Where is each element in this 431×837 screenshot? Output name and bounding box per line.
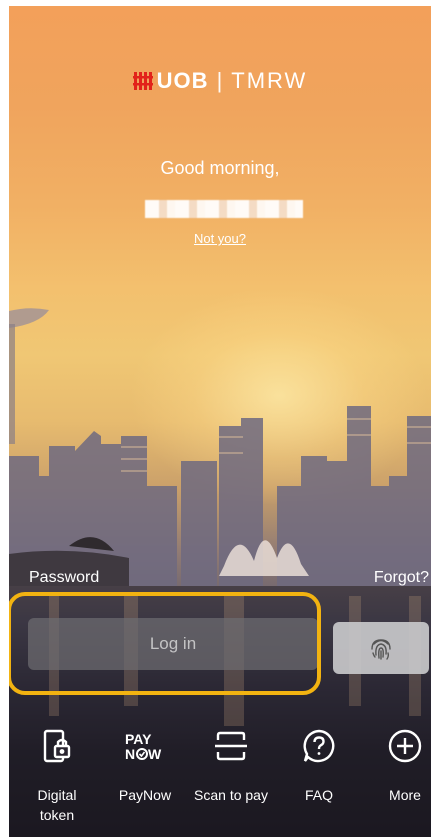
app-logo: UOB | TMRW bbox=[9, 68, 431, 94]
scan-to-pay-button[interactable]: Scan to pay bbox=[191, 726, 271, 805]
password-label: Password bbox=[29, 569, 100, 586]
phone-lock-icon bbox=[43, 729, 71, 763]
login-screen: UOB | TMRW Good morning, Not you? Passwo… bbox=[9, 6, 431, 837]
faq-label: FAQ bbox=[304, 787, 333, 803]
scan-to-pay-label: Scan to pay bbox=[194, 787, 268, 803]
digital-token-button[interactable]: Digital token bbox=[17, 726, 97, 825]
paynow-label: PayNow bbox=[118, 787, 172, 803]
brand-separator: | bbox=[216, 68, 224, 93]
brand-product: TMRW bbox=[231, 68, 308, 93]
scan-icon bbox=[215, 731, 247, 761]
faq-button[interactable]: FAQ bbox=[279, 726, 359, 805]
not-you-link[interactable]: Not you? bbox=[9, 231, 431, 246]
svg-text:PAY: PAY bbox=[125, 731, 152, 747]
plus-circle-icon bbox=[388, 729, 422, 763]
digital-token-label: Digital token bbox=[37, 787, 77, 823]
svg-text:N: N bbox=[125, 746, 135, 762]
quick-actions-bar: Digital token PAY N W PayNow Scan to pay… bbox=[9, 726, 431, 837]
paynow-button[interactable]: PAY N W PayNow bbox=[105, 726, 185, 805]
city-skyline-background bbox=[9, 308, 431, 837]
fingerprint-icon bbox=[371, 639, 391, 660]
forgot-password-link[interactable]: Forgot? bbox=[374, 569, 429, 587]
highlight-outline bbox=[9, 592, 321, 695]
greeting-text: Good morning, bbox=[160, 158, 280, 178]
blurred-username bbox=[145, 200, 303, 218]
more-label: More bbox=[389, 787, 421, 803]
svg-text:W: W bbox=[148, 746, 162, 762]
brand-name: UOB bbox=[156, 68, 209, 93]
fingerprint-login-button[interactable] bbox=[333, 622, 429, 674]
uob-stripes-logo-icon bbox=[132, 72, 153, 90]
paynow-icon: PAY N W bbox=[125, 731, 162, 762]
more-button[interactable]: More bbox=[365, 726, 431, 805]
help-circle-icon bbox=[303, 729, 335, 763]
